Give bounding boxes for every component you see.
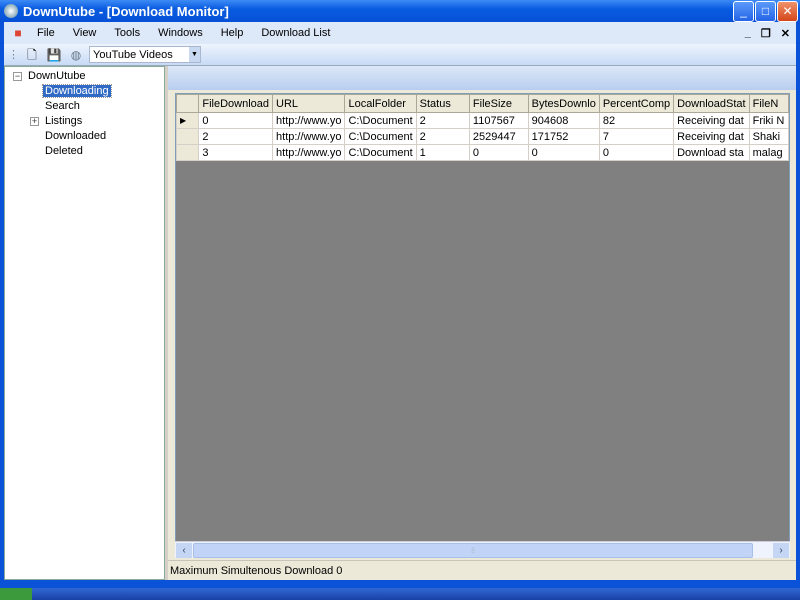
category-combo[interactable]: YouTube Videos ▼ <box>89 46 201 63</box>
tree-node-deleted[interactable]: Deleted <box>5 144 164 159</box>
table-cell[interactable]: C:\Document <box>344 144 417 161</box>
title-bar: DownUtube - [Download Monitor] <box>0 0 800 22</box>
table-cell[interactable]: 1107567 <box>468 112 529 129</box>
row-header-corner <box>176 94 200 113</box>
table-cell[interactable]: 2 <box>415 112 470 129</box>
window-title: DownUtube - [Download Monitor] <box>23 3 229 19</box>
menu-file[interactable]: File <box>28 27 64 39</box>
panel-header-band <box>168 66 796 90</box>
menu-bar: ■ File View Tools Windows Help Download … <box>4 22 796 44</box>
table-cell[interactable]: Download sta <box>673 144 750 161</box>
mdi-close-button[interactable]: ✕ <box>781 27 790 40</box>
mdi-restore-button[interactable]: ❐ <box>761 27 771 40</box>
table-cell[interactable]: 7 <box>598 128 675 145</box>
column-header[interactable]: PercentComp <box>598 94 675 113</box>
menu-view[interactable]: View <box>64 27 106 39</box>
start-button[interactable] <box>0 588 32 600</box>
save-icon[interactable]: 💾 <box>46 47 62 63</box>
new-file-icon[interactable]: 🗋 <box>24 47 40 63</box>
horizontal-scrollbar[interactable]: ‹ ⦙⦙ › <box>175 541 790 558</box>
collapse-icon[interactable]: − <box>13 71 22 81</box>
table-row[interactable]: 2 http://www.yo C:\Document 2 2529447 171752 7… <box>176 128 789 145</box>
table-cell[interactable]: C:\Document <box>344 112 417 129</box>
table-row[interactable]: ▶ 0 http://www.yo C:\Document 2 1107567 904608… <box>176 112 789 129</box>
table-cell[interactable]: Receiving dat <box>673 112 750 129</box>
menu-tools[interactable]: Tools <box>105 27 149 39</box>
table-cell[interactable]: Receiving dat <box>673 128 750 145</box>
table-cell[interactable]: C:\Document <box>344 128 417 145</box>
table-cell[interactable]: 82 <box>598 112 675 129</box>
chevron-down-icon[interactable]: ▼ <box>189 47 200 62</box>
row-header[interactable] <box>176 128 200 145</box>
scroll-thumb[interactable]: ⦙⦙ <box>193 543 753 558</box>
scroll-right-icon[interactable]: › <box>773 543 789 558</box>
table-cell[interactable]: 2529447 <box>468 128 529 145</box>
table-cell[interactable]: 0 <box>598 144 675 161</box>
tree-node-downloaded[interactable]: Downloaded <box>5 129 164 144</box>
globe-icon[interactable]: ◍ <box>68 47 84 63</box>
table-cell[interactable]: 2 <box>198 128 274 145</box>
tree-node-downloading[interactable]: Downloading <box>5 84 164 99</box>
maximize-button[interactable]: □ <box>755 1 776 22</box>
table-cell[interactable]: 0 <box>468 144 529 161</box>
table-cell[interactable]: malag <box>748 144 789 161</box>
table-cell[interactable]: 0 <box>198 112 274 129</box>
column-header[interactable]: LocalFolder <box>344 94 417 113</box>
column-header[interactable]: URL <box>272 94 346 113</box>
downloads-grid[interactable]: FileDownload URL LocalFolder Status FileSize… <box>175 93 790 558</box>
tree-node-root[interactable]: − DownUtube <box>5 69 164 84</box>
menu-download-list[interactable]: Download List <box>252 27 339 39</box>
taskbar <box>0 588 800 600</box>
status-bar: Maximum Simultenous Download 0 <box>168 560 796 580</box>
column-header[interactable]: DownloadStat <box>673 94 750 113</box>
navigation-tree: − DownUtube Downloading Search + Listings … <box>4 66 165 580</box>
row-header[interactable]: ▶ <box>176 112 200 129</box>
table-cell[interactable]: http://www.yo <box>272 144 346 161</box>
toolbar-grip[interactable]: ⋮ <box>8 48 19 61</box>
tree-node-search[interactable]: Search <box>5 99 164 114</box>
mdi-minimize-button[interactable]: _ <box>745 27 751 40</box>
tree-node-listings[interactable]: + Listings <box>5 114 164 129</box>
menu-help[interactable]: Help <box>212 27 253 39</box>
download-monitor-panel: FileDownload URL LocalFolder Status FileSize… <box>168 66 796 580</box>
table-cell[interactable]: Friki N <box>748 112 789 129</box>
table-cell[interactable]: http://www.yo <box>272 128 346 145</box>
table-cell[interactable]: http://www.yo <box>272 112 346 129</box>
table-cell[interactable]: Shaki <box>748 128 789 145</box>
app-logo-icon <box>4 4 18 18</box>
close-button[interactable]: ✕ <box>777 1 798 22</box>
minimize-button[interactable]: _ <box>733 1 754 22</box>
table-cell[interactable]: 1 <box>415 144 470 161</box>
table-cell[interactable]: 2 <box>415 128 470 145</box>
scroll-left-icon[interactable]: ‹ <box>176 543 192 558</box>
status-text: Maximum Simultenous Download 0 <box>170 565 343 577</box>
column-header[interactable]: FileDownload <box>198 94 274 113</box>
row-header[interactable] <box>176 144 200 161</box>
column-header[interactable]: BytesDownlo <box>527 94 600 113</box>
table-cell[interactable]: 904608 <box>527 112 600 129</box>
column-header[interactable]: FileN <box>748 94 789 113</box>
table-cell[interactable]: 171752 <box>527 128 600 145</box>
mdi-app-icon[interactable]: ■ <box>10 25 26 41</box>
table-row[interactable]: 3 http://www.yo C:\Document 1 0 0 0 Download st… <box>176 144 789 161</box>
column-header[interactable]: Status <box>415 94 470 113</box>
table-cell[interactable]: 3 <box>198 144 274 161</box>
column-header[interactable]: FileSize <box>468 94 529 113</box>
table-cell[interactable]: 0 <box>527 144 600 161</box>
expand-icon[interactable]: + <box>30 116 39 126</box>
combo-value: YouTube Videos <box>93 48 173 61</box>
downloads-table: FileDownload URL LocalFolder Status FileSize… <box>176 94 789 161</box>
toolbar: ⋮ 🗋 💾 ◍ YouTube Videos ▼ <box>4 44 796 66</box>
menu-windows[interactable]: Windows <box>149 27 212 39</box>
